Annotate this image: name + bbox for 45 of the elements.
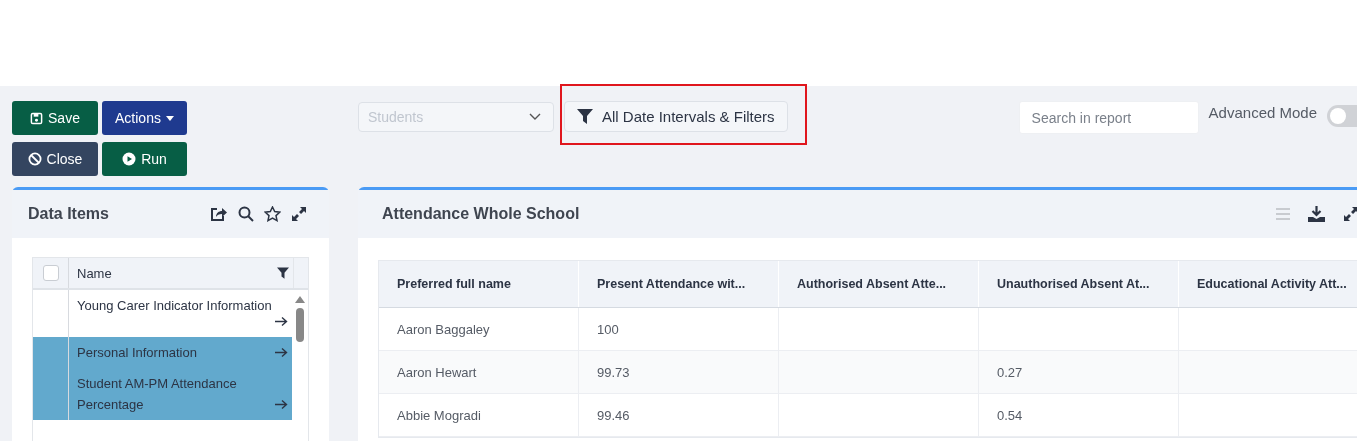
column-header[interactable]: Unauthorised Absent At... — [979, 261, 1179, 307]
column-header[interactable]: Authorised Absent Atte... — [779, 261, 979, 307]
arrow-right-icon[interactable] — [275, 316, 288, 327]
table-cell: Abbie Mogradi — [397, 407, 481, 423]
download-icon[interactable] — [1308, 206, 1325, 222]
table-cell: 99.46 — [597, 407, 630, 423]
table-cell: 100 — [597, 321, 619, 337]
advanced-mode-label: Advanced Mode — [1208, 104, 1317, 121]
column-header: Name — [77, 265, 112, 281]
data-item-name: Student AM-PM Attendance Percentage — [77, 375, 238, 414]
table-cell: Aaron Hewart — [397, 364, 477, 380]
scroll-up-icon[interactable] — [295, 296, 305, 303]
table-cell: Aaron Baggaley — [397, 321, 490, 337]
data-item-row[interactable]: Personal Information — [33, 337, 292, 368]
expand-icon[interactable] — [1343, 206, 1357, 222]
column-header[interactable]: Present Attendance wit... — [579, 261, 779, 307]
toolbar-button[interactable]: Close — [12, 142, 98, 176]
table-cell: 0.54 — [997, 407, 1023, 423]
share-icon[interactable] — [210, 206, 228, 222]
advanced-mode-toggle[interactable] — [1327, 105, 1357, 127]
toolbar-button[interactable]: Save — [12, 101, 98, 135]
expand-icon[interactable] — [291, 206, 307, 222]
data-item-name: Young Carer Indicator Information — [77, 297, 272, 315]
select-all-checkbox[interactable] — [42, 265, 59, 281]
scrollbar-thumb[interactable] — [296, 308, 304, 342]
chevron-down-icon — [529, 113, 541, 120]
play-icon — [122, 152, 137, 166]
toolbar-button[interactable]: Actions — [102, 101, 187, 135]
column-header[interactable]: Preferred full name — [379, 261, 579, 307]
filter-icon[interactable] — [277, 267, 289, 279]
panel-title: Attendance Whole School — [382, 205, 580, 223]
table-cell: 99.73 — [597, 364, 630, 380]
filters-button[interactable]: All Date Intervals & Filters — [564, 101, 788, 132]
data-item-name: Personal Information — [77, 344, 197, 362]
toolbar-button[interactable]: Run — [102, 142, 187, 176]
panel-title: Data Items — [28, 205, 109, 223]
search-field[interactable]: Search in report — [1018, 101, 1199, 134]
filter-icon — [577, 109, 593, 124]
caret-icon — [165, 115, 174, 121]
star-icon[interactable] — [264, 206, 281, 222]
prohibited-icon — [27, 152, 42, 166]
data-item-row[interactable]: Student AM-PM Attendance Percentage — [33, 368, 292, 420]
table-cell: 0.27 — [997, 364, 1023, 380]
search-icon[interactable] — [238, 206, 254, 222]
column-header[interactable]: Educational Activity Att... — [1179, 261, 1357, 307]
